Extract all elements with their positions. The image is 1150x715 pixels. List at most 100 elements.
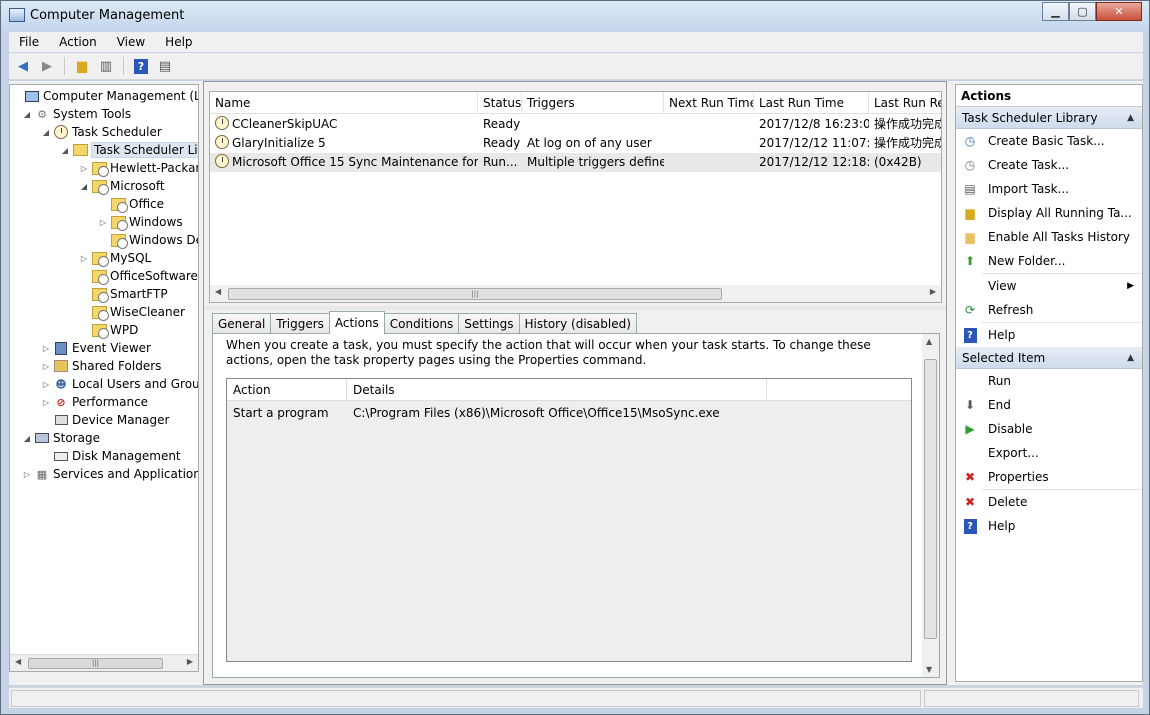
tree-node[interactable]: ▷ ⊘ Performance — [41, 393, 148, 411]
action-enable-all-tasks-history[interactable]: ▆ Enable All Tasks History — [956, 225, 1142, 249]
section-selected-item[interactable]: Selected Item ▲ — [956, 347, 1142, 369]
expand-collapse-icon[interactable]: ◢ — [22, 434, 32, 443]
task-row[interactable]: Microsoft Office 15 Sync Maintenance for… — [210, 153, 941, 172]
show-hide-action-pane-icon[interactable]: ▤ — [155, 56, 175, 76]
scrollbar-thumb[interactable]: ||| — [28, 658, 163, 669]
show-hide-tree-icon[interactable]: ▥ — [96, 56, 116, 76]
tree-node[interactable]: Computer Management (Local — [12, 87, 198, 105]
tree-node[interactable]: Device Manager — [41, 411, 169, 429]
tree-node[interactable]: ▷ Shared Folders — [41, 357, 161, 375]
tab-settings[interactable]: Settings — [458, 313, 520, 334]
up-folder-icon[interactable]: ▆ — [72, 56, 92, 76]
tree-node[interactable]: WiseCleaner — [79, 303, 185, 321]
action-help[interactable]: ? Help — [956, 323, 1142, 347]
action-create-basic-task[interactable]: ◷ Create Basic Task... — [956, 129, 1142, 153]
action-run[interactable]: Run — [956, 369, 1142, 393]
tree-node[interactable]: Office — [98, 195, 164, 213]
tab-conditions[interactable]: Conditions — [383, 313, 460, 334]
close-button[interactable]: ✕ — [1096, 2, 1142, 21]
expand-collapse-icon[interactable]: ◢ — [22, 110, 32, 119]
expand-collapse-icon[interactable]: ▷ — [41, 362, 51, 371]
tree-node[interactable]: Disk Management — [41, 447, 181, 465]
back-arrow-icon[interactable]: ◀ — [13, 56, 33, 76]
tab-actions[interactable]: Actions — [328, 311, 385, 334]
task-row[interactable]: CCleanerSkipUAC Ready 2017/12/8 16:23:02 操作… — [210, 115, 941, 134]
expand-collapse-icon[interactable]: ▷ — [79, 254, 89, 263]
tree-node[interactable]: ▷ Windows — [98, 213, 183, 231]
tree-node[interactable]: ▷ Event Viewer — [41, 339, 151, 357]
expand-collapse-icon[interactable]: ◢ — [60, 146, 70, 155]
scrollbar-thumb[interactable] — [924, 359, 937, 639]
column-header-last-run-result[interactable]: Last Run Resu — [869, 92, 941, 114]
tree-node[interactable]: ◢ Microsoft — [79, 177, 165, 195]
task-list-horizontal-scrollbar[interactable]: ◀ ||| ▶ — [210, 285, 941, 302]
action-create-task[interactable]: ◷ Create Task... — [956, 153, 1142, 177]
tree-node[interactable]: ▷ ▦ Services and Applications — [22, 465, 198, 483]
expand-collapse-icon[interactable]: ◢ — [79, 182, 89, 191]
maximize-button[interactable]: ▢ — [1069, 2, 1096, 21]
action-help[interactable]: ? Help — [956, 514, 1142, 538]
menu-view[interactable]: View — [107, 35, 155, 49]
action-end[interactable]: ⬇ End — [956, 393, 1142, 417]
expand-collapse-icon[interactable]: ▷ — [79, 164, 89, 173]
action-display-all-running-ta[interactable]: ▆ Display All Running Ta... — [956, 201, 1142, 225]
column-header-last-run-time[interactable]: Last Run Time — [754, 92, 869, 114]
column-header-triggers[interactable]: Triggers — [522, 92, 664, 114]
pane-splitter[interactable] — [204, 306, 946, 310]
forward-arrow-icon[interactable]: ▶ — [37, 56, 57, 76]
scroll-up-arrow[interactable]: ▲ — [926, 337, 932, 346]
action-import-task[interactable]: ▤ Import Task... — [956, 177, 1142, 201]
tab-triggers[interactable]: Triggers — [270, 313, 330, 334]
scrollbar-thumb[interactable]: ||| — [228, 288, 722, 300]
action-properties[interactable]: ✖ Properties — [956, 465, 1142, 489]
minimize-button[interactable]: ▁ — [1042, 2, 1069, 21]
column-header-next-run-time[interactable]: Next Run Time — [664, 92, 754, 114]
action-delete[interactable]: ✖ Delete — [956, 490, 1142, 514]
tree-node[interactable]: ◢ Task Scheduler Libra — [60, 141, 198, 159]
menu-action[interactable]: Action — [49, 35, 107, 49]
task-clock-icon — [215, 135, 229, 149]
tree-node[interactable]: SmartFTP — [79, 285, 168, 303]
help-icon[interactable]: ? — [131, 56, 151, 76]
tab-history[interactable]: History (disabled) — [518, 313, 637, 334]
column-header-name[interactable]: Name — [210, 92, 478, 114]
scroll-down-arrow[interactable]: ▼ — [926, 665, 932, 674]
tree-horizontal-scrollbar[interactable]: ◀ ||| ▶ — [10, 654, 198, 671]
expand-collapse-icon[interactable]: ▷ — [41, 344, 51, 353]
tree-node[interactable]: ◢ Task Scheduler — [41, 123, 162, 141]
menu-file[interactable]: File — [9, 35, 49, 49]
column-header-action[interactable]: Action — [227, 379, 347, 401]
tab-general[interactable]: General — [212, 313, 272, 334]
tree-node[interactable]: ▷ MySQL — [79, 249, 151, 267]
menu-help[interactable]: Help — [155, 35, 202, 49]
action-new-folder[interactable]: ⬆ New Folder... — [956, 249, 1142, 273]
column-header-status[interactable]: Status — [478, 92, 522, 114]
scroll-left-arrow[interactable]: ◀ — [15, 657, 21, 666]
action-refresh[interactable]: ⟳ Refresh — [956, 298, 1142, 322]
expand-collapse-icon[interactable]: ▷ — [41, 398, 51, 407]
tree-node[interactable]: ▷ ☻ Local Users and Groups — [41, 375, 198, 393]
tree-node[interactable]: OfficeSoftwareP — [79, 267, 198, 285]
tree-node[interactable]: ◢ Storage — [22, 429, 100, 447]
task-row[interactable]: GlaryInitialize 5 Ready At log on of any u… — [210, 134, 941, 153]
scroll-right-arrow[interactable]: ▶ — [187, 657, 193, 666]
expand-collapse-icon[interactable]: ◢ — [41, 128, 51, 137]
action-disable[interactable]: ▶ Disable — [956, 417, 1142, 441]
section-task-scheduler-library[interactable]: Task Scheduler Library ▲ — [956, 107, 1142, 129]
action-row[interactable]: Start a program C:\Program Files (x86)\M… — [227, 402, 911, 424]
expand-collapse-icon[interactable]: ▷ — [98, 218, 108, 227]
tree-node[interactable]: ▷ Hewlett-Packarc — [79, 159, 198, 177]
tree-node[interactable]: WPD — [79, 321, 138, 339]
column-header-details[interactable]: Details — [347, 379, 767, 401]
collapse-caret-icon[interactable]: ▲ — [1127, 107, 1134, 129]
expand-collapse-icon[interactable]: ▷ — [41, 380, 51, 389]
tree-node[interactable]: ◢ ⚙ System Tools — [22, 105, 131, 123]
action-export[interactable]: Export... — [956, 441, 1142, 465]
collapse-caret-icon[interactable]: ▲ — [1127, 347, 1134, 369]
action-view[interactable]: View ▶ — [956, 274, 1142, 298]
help-icon: ? — [962, 518, 978, 534]
folder-clock-icon — [110, 214, 128, 231]
panel-vertical-scrollbar[interactable]: ▲ ▼ — [922, 334, 939, 677]
tree-node[interactable]: Windows De — [98, 231, 198, 249]
expand-collapse-icon[interactable]: ▷ — [22, 470, 32, 479]
